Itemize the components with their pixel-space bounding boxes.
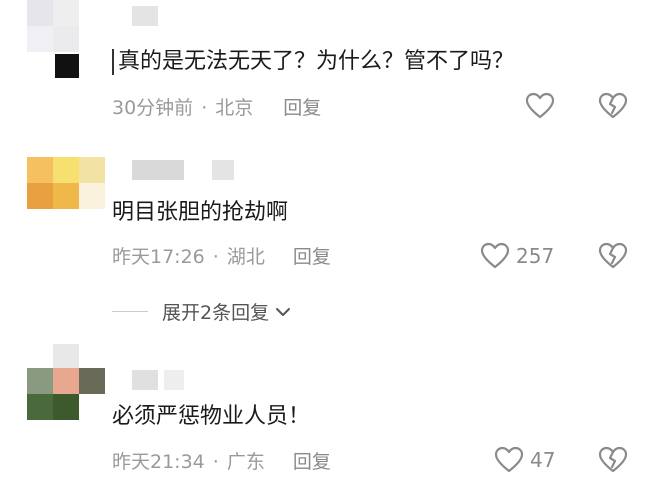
expand-replies-button[interactable]: 展开2条回复 — [112, 298, 291, 325]
dislike-button[interactable] — [598, 92, 628, 124]
heart-icon — [525, 92, 555, 119]
like-button[interactable] — [525, 92, 561, 120]
comment-meta: 昨天21:34 · 广东 回复 — [112, 450, 331, 474]
avatar[interactable] — [27, 368, 105, 420]
avatar[interactable] — [27, 157, 105, 209]
heart-icon — [480, 242, 510, 269]
comment-location: 广东 — [226, 451, 265, 473]
reply-button[interactable]: 回复 — [283, 96, 321, 120]
comment-text: 必须严惩物业人员！ — [112, 404, 311, 429]
like-button[interactable]: 257 — [480, 242, 554, 270]
meta-separator: · — [212, 246, 219, 268]
like-button[interactable]: 47 — [494, 446, 555, 474]
comment-text: 真的是无法无天了？为什么？管不了吗？ — [112, 48, 514, 76]
username-blurred[interactable] — [132, 370, 184, 390]
comment-meta: 昨天17:26 · 湖北 回复 — [112, 245, 331, 269]
dislike-button[interactable] — [598, 242, 628, 274]
avatar-top — [53, 344, 79, 368]
like-count: 257 — [516, 244, 555, 268]
expand-replies-label: 展开2条回复 — [162, 302, 270, 324]
meta-separator: · — [201, 97, 208, 119]
comment-time: 30分钟前 — [112, 97, 194, 119]
broken-heart-icon — [598, 242, 628, 269]
like-count: 47 — [530, 448, 556, 472]
divider-line — [112, 311, 148, 312]
chevron-down-icon — [276, 307, 291, 316]
comment-location: 湖北 — [226, 246, 265, 268]
reply-button[interactable]: 回复 — [293, 450, 331, 474]
username-blurred[interactable] — [132, 160, 234, 180]
broken-heart-icon — [598, 446, 628, 473]
comment-location: 北京 — [215, 97, 254, 119]
text-cursor — [112, 49, 114, 75]
dislike-button[interactable] — [598, 446, 628, 478]
comment-meta: 30分钟前 · 北京 回复 — [112, 96, 321, 120]
comment-text: 明目张胆的抢劫啊 — [112, 200, 289, 225]
comment-time: 昨天21:34 — [112, 451, 205, 473]
broken-heart-icon — [598, 92, 628, 119]
heart-icon — [494, 446, 524, 473]
username-blurred[interactable] — [132, 6, 158, 26]
reply-button[interactable]: 回复 — [293, 245, 331, 269]
comment-time: 昨天17:26 — [112, 246, 205, 268]
meta-separator: · — [212, 451, 219, 473]
avatar-corner — [55, 54, 79, 78]
